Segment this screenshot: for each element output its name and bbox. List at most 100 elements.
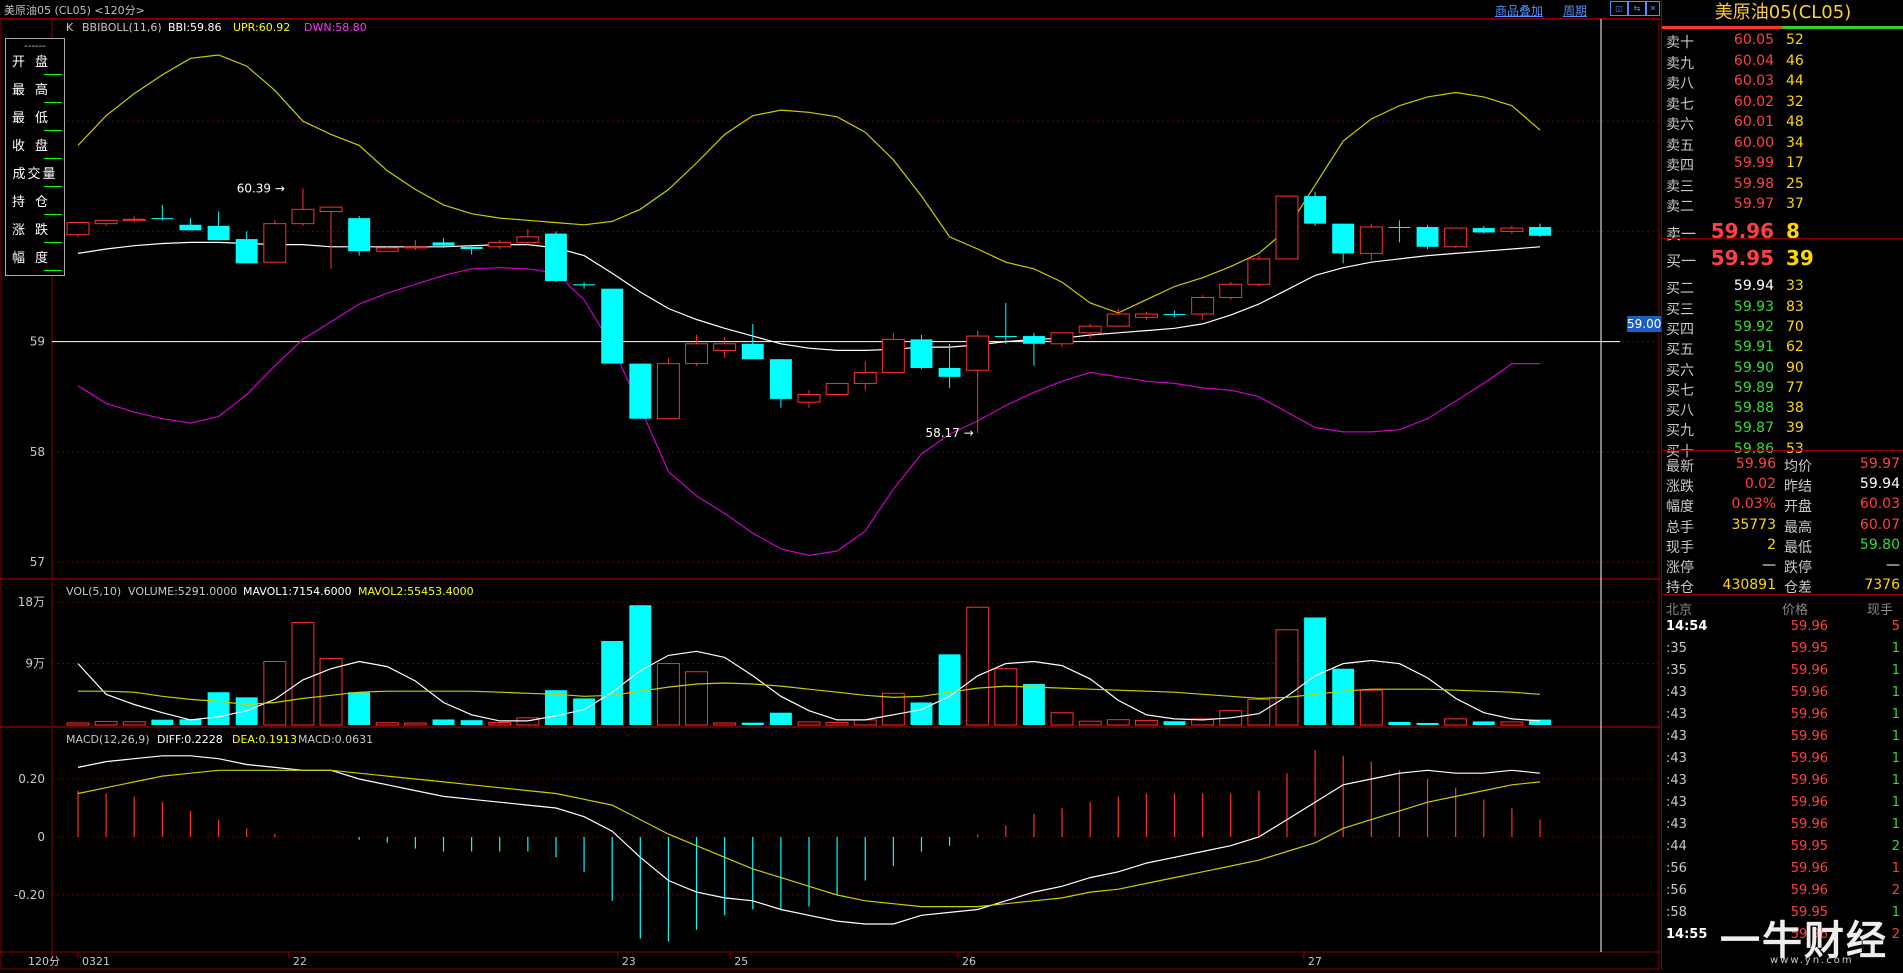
trade-row[interactable]: :35 59.95 1 <box>1662 639 1903 661</box>
volume-bar <box>207 692 230 725</box>
trade-row[interactable]: :43 59.96 1 <box>1662 793 1903 815</box>
stat-value: 59.96 <box>1735 456 1776 472</box>
overlay-commodity-link[interactable]: 商品叠加 <box>1495 2 1543 19</box>
volume-bar <box>263 661 287 726</box>
ask-row: 卖二 59.97 37 <box>1662 194 1903 215</box>
stat-value: 430891 <box>1722 577 1776 594</box>
candle-body <box>853 371 877 384</box>
trade-time: :56 <box>1666 883 1687 898</box>
ask-price: 60.02 <box>1733 93 1774 110</box>
stat-value: — <box>1886 557 1900 573</box>
stat-row: 涨停 — 跌停 — <box>1662 555 1903 576</box>
ask-price: 60.00 <box>1733 134 1774 151</box>
kline-chart[interactable]: 59 58 57 60.39 → 58.17 → K BBIBOLL(11,6) BBI:59… <box>0 18 1660 970</box>
trade-row[interactable]: :43 59.96 1 <box>1662 815 1903 837</box>
vol-tick-label: 18万 <box>18 595 45 609</box>
trade-row[interactable]: :43 59.96 1 <box>1662 771 1903 793</box>
ask-row: 卖五 60.00 34 <box>1662 133 1903 154</box>
ask-price: 59.98 <box>1733 175 1774 192</box>
trade-price: 59.95 <box>1790 839 1828 854</box>
bid-volume: 38 <box>1786 400 1804 417</box>
trade-volume: 1 <box>1891 707 1900 722</box>
trade-row[interactable]: :43 59.96 1 <box>1662 683 1903 705</box>
volume-bar <box>375 722 399 726</box>
trade-row[interactable]: :56 59.96 1 <box>1662 859 1903 881</box>
trade-volume: 1 <box>1891 685 1900 700</box>
macd-label: MACD(12,26,9) <box>66 733 150 746</box>
ask-volume: 52 <box>1786 32 1804 48</box>
stat-row: 幅度 0.03% 开盘 60.03 <box>1662 494 1903 515</box>
trade-price: 59.96 <box>1790 685 1828 700</box>
stat-value: 59.94 <box>1859 476 1900 493</box>
stat-value: 2 <box>1767 536 1776 553</box>
candle-body <box>685 343 709 365</box>
switch-icon[interactable]: ⇆ <box>1628 1 1646 16</box>
vol-label: VOL(5,10) <box>66 585 121 598</box>
volume-bar <box>1050 712 1074 726</box>
ask-row: 卖四 59.99 17 <box>1662 153 1903 174</box>
volume-bar <box>1359 689 1383 726</box>
trade-time: :44 <box>1666 839 1687 854</box>
stat-label: 昨结 <box>1784 479 1812 496</box>
chart-area[interactable]: 59 58 57 60.39 → 58.17 → K BBIBOLL(11,6) BBI:59… <box>0 18 1660 970</box>
bid-label: 买八 <box>1666 403 1694 420</box>
candle-body <box>319 206 343 213</box>
period-label: 120分 <box>28 955 60 968</box>
volume-bar <box>94 720 118 726</box>
trade-volume: 2 <box>1891 883 1900 898</box>
candle-body <box>1500 227 1524 232</box>
bid-label: 买七 <box>1666 382 1694 399</box>
bid-row: 买四 59.92 70 <box>1662 317 1903 338</box>
bid-row: 买六 59.90 90 <box>1662 358 1903 379</box>
candle-body <box>825 382 849 395</box>
candle-body <box>966 335 990 371</box>
close-icon[interactable]: ✕ <box>1646 1 1660 16</box>
ask-label: 卖六 <box>1666 117 1694 133</box>
trades-divider <box>1662 594 1903 595</box>
trade-row[interactable]: :44 59.95 2 <box>1662 837 1903 859</box>
trades-header-time: 北京 <box>1666 603 1693 618</box>
trade-price: 59.96 <box>1790 729 1828 744</box>
candle-body <box>1472 228 1495 233</box>
stat-value: — <box>1762 557 1776 573</box>
volume-bar <box>741 722 764 725</box>
candle-body <box>1191 296 1215 315</box>
volume-bar <box>403 722 427 726</box>
trade-row[interactable]: :43 59.96 1 <box>1662 727 1903 749</box>
price-tick-label: 57 <box>30 555 45 569</box>
macd-tick-label: 0 <box>37 830 45 844</box>
candle-body <box>460 246 483 249</box>
bid-label: 买二 <box>1666 281 1694 298</box>
candle-body <box>1022 336 1045 344</box>
bid-row: 买一 59.95 39 <box>1662 246 1903 270</box>
candle-body <box>1332 223 1355 254</box>
trade-row[interactable]: :56 59.96 2 <box>1662 881 1903 903</box>
trade-row[interactable]: :43 59.96 1 <box>1662 749 1903 771</box>
book-divider <box>1662 238 1903 239</box>
trade-time: :43 <box>1666 751 1687 766</box>
x-tick-label: 27 <box>1308 955 1322 968</box>
stat-label: 均价 <box>1784 459 1812 475</box>
bid-label: 买九 <box>1666 423 1694 440</box>
info-value-line <box>44 214 62 215</box>
cycle-link[interactable]: 周期 <box>1563 2 1587 19</box>
volume-bar <box>881 692 905 726</box>
candle-body <box>1247 258 1271 285</box>
trade-time: :35 <box>1666 663 1687 678</box>
restore-icon[interactable]: ◫ <box>1610 1 1628 16</box>
candle-body <box>881 338 905 373</box>
trade-row[interactable]: 14:54 59.96 5 <box>1662 617 1903 639</box>
ask-row: 卖六 60.01 48 <box>1662 112 1903 133</box>
trade-row[interactable]: :35 59.96 1 <box>1662 661 1903 683</box>
candle-body <box>348 218 371 252</box>
info-value-line <box>44 102 62 103</box>
trade-volume: 1 <box>1891 817 1900 832</box>
stat-row: 持仓 430891 仓差 7376 <box>1662 575 1903 596</box>
trade-volume: 5 <box>1891 619 1900 634</box>
upr-label: UPR:60.92 <box>233 21 290 34</box>
bid-price: 59.89 <box>1733 379 1774 396</box>
bid-row: 买九 59.87 39 <box>1662 418 1903 440</box>
boll-label: BBIBOLL(11,6) <box>82 21 162 34</box>
trade-volume: 1 <box>1891 795 1900 810</box>
trade-row[interactable]: :43 59.96 1 <box>1662 705 1903 727</box>
